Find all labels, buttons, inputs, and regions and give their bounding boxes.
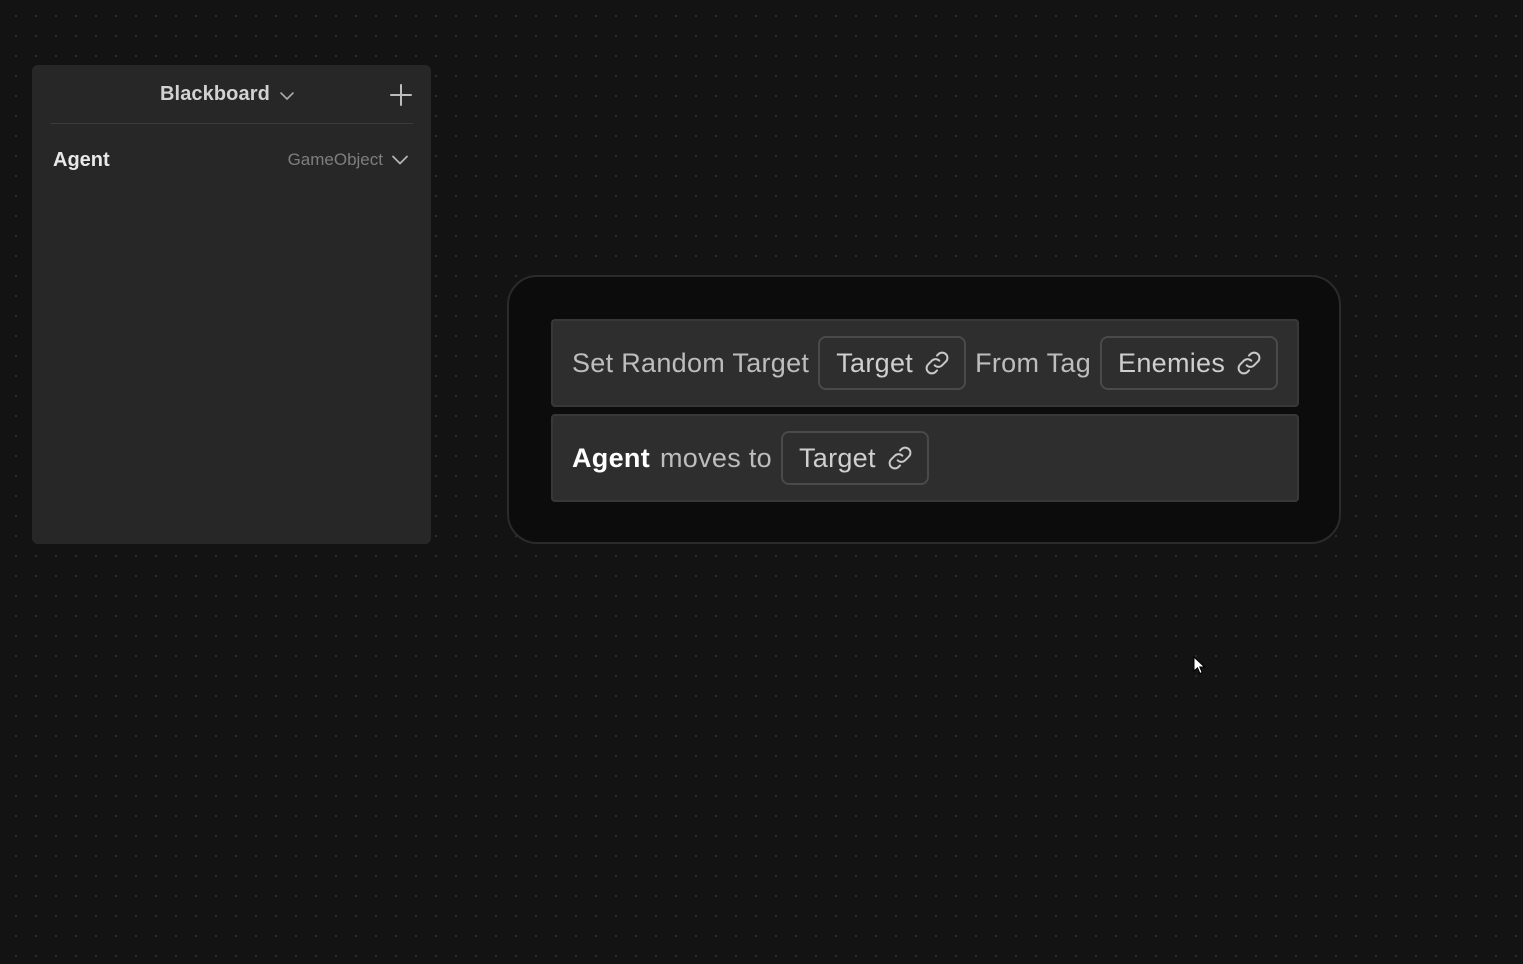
blackboard-header: Blackboard (50, 65, 413, 124)
tag-field[interactable]: Enemies (1100, 336, 1279, 390)
chevron-down-icon (392, 155, 408, 165)
blackboard-panel: Blackboard Agent GameObject (32, 65, 431, 544)
link-icon (925, 351, 949, 375)
variable-type: GameObject (287, 150, 383, 169)
action-subject: Agent (572, 442, 650, 473)
action-set-random-target[interactable]: Set Random Target Target From Tag Enemie… (551, 319, 1299, 407)
link-icon (888, 446, 912, 470)
sequence-node[interactable]: Set Random Target Target From Tag Enemie… (507, 275, 1341, 544)
field-label: Target (836, 347, 914, 378)
action-agent-moves-to[interactable]: Agent moves to Target (551, 414, 1299, 502)
field-label: Target (798, 442, 876, 473)
chevron-down-icon (280, 91, 294, 100)
blackboard-title-dropdown[interactable]: Blackboard (160, 83, 295, 106)
variable-type-dropdown[interactable]: GameObject (288, 150, 409, 170)
action-text: moves to (660, 442, 772, 473)
action-text: Set Random Target (572, 347, 810, 378)
blackboard-variable-row[interactable]: Agent GameObject (53, 145, 409, 175)
link-icon (1237, 351, 1261, 375)
plus-icon[interactable] (389, 83, 413, 107)
blackboard-title: Blackboard (160, 83, 270, 105)
variable-name: Agent (53, 148, 110, 171)
target-field[interactable]: Target (818, 336, 967, 390)
field-label: Enemies (1118, 347, 1226, 378)
target-field[interactable]: Target (780, 431, 929, 485)
mouse-cursor-icon (1193, 656, 1206, 675)
action-text: From Tag (975, 347, 1092, 378)
